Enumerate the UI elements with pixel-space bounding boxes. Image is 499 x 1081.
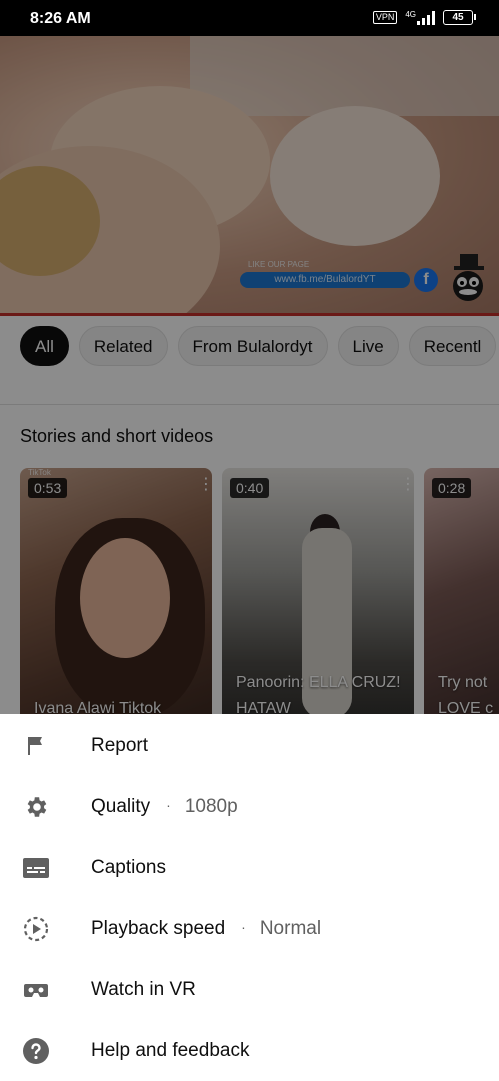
menu-item-quality[interactable]: Quality · 1080p	[0, 776, 499, 837]
menu-item-report[interactable]: Report	[0, 715, 499, 776]
more-options-sheet: Report Quality · 1080p Captions Playback s…	[0, 714, 499, 1080]
modal-scrim[interactable]	[0, 36, 499, 714]
vpn-badge: VPN	[372, 11, 398, 24]
status-time: 8:26 AM	[30, 10, 91, 27]
gear-icon	[22, 793, 50, 821]
quality-label: Quality	[91, 795, 151, 817]
playback-speed-icon	[22, 915, 50, 943]
menu-item-watch-in-vr[interactable]: Watch in VR	[0, 959, 499, 1020]
status-bar: 8:26 AM VPN 4G 45	[0, 0, 499, 36]
flag-icon	[22, 732, 50, 760]
signal-icon: 4G	[405, 9, 435, 25]
separator-dot: ·	[166, 796, 171, 813]
vr-icon	[22, 976, 50, 1004]
menu-label: Report	[91, 734, 149, 756]
menu-item-help-feedback[interactable]: Help and feedback	[0, 1020, 499, 1081]
captions-icon	[22, 854, 50, 882]
playback-speed-label: Playback speed	[91, 917, 226, 939]
menu-label: Watch in VR	[91, 978, 196, 1000]
separator-dot: ·	[241, 918, 246, 935]
help-icon	[22, 1037, 50, 1065]
status-icons: VPN 4G 45	[372, 9, 476, 25]
playback-speed-value: Normal	[259, 917, 322, 939]
menu-label: Playback speed · Normal	[91, 918, 321, 940]
menu-item-captions[interactable]: Captions	[0, 837, 499, 898]
menu-label: Help and feedback	[91, 1039, 250, 1061]
battery-icon: 45	[443, 10, 476, 25]
menu-label: Quality · 1080p	[91, 796, 238, 818]
menu-label: Captions	[91, 856, 166, 878]
menu-item-playback-speed[interactable]: Playback speed · Normal	[0, 898, 499, 959]
network-type: 4G	[405, 9, 416, 19]
quality-value: 1080p	[184, 795, 238, 817]
